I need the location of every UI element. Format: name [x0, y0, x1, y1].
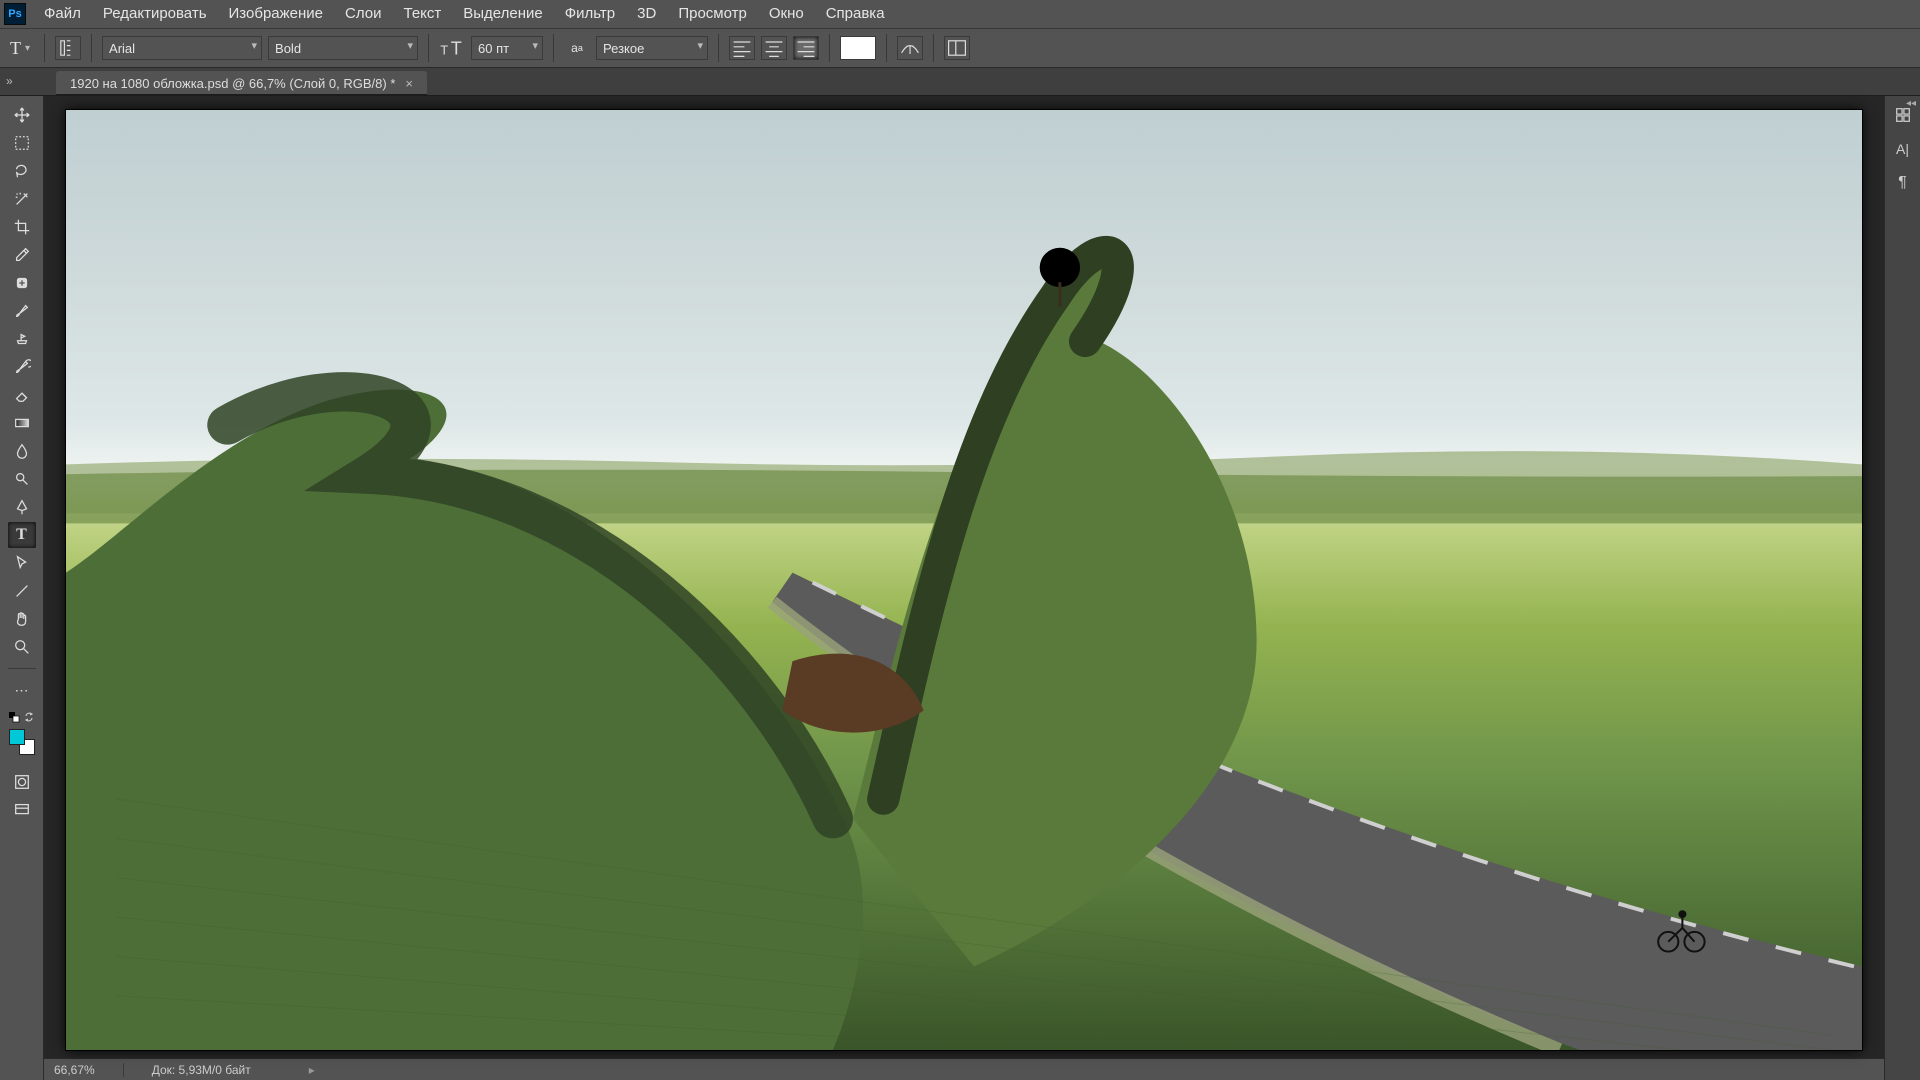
type-tool-icon: T — [10, 38, 21, 59]
dodge-tool[interactable] — [8, 466, 36, 492]
magic-wand-tool[interactable] — [8, 186, 36, 212]
pen-tool[interactable] — [8, 494, 36, 520]
marquee-tool[interactable] — [8, 130, 36, 156]
svg-text:T: T — [451, 39, 462, 59]
edit-toolbar-button[interactable]: ⋯ — [8, 677, 36, 703]
antialias-icon: aa — [564, 36, 590, 60]
menu-image[interactable]: Изображение — [219, 0, 334, 28]
align-right-button[interactable] — [793, 36, 819, 60]
collapse-chevron-icon[interactable]: » — [6, 74, 13, 88]
separator — [886, 34, 887, 62]
svg-text:T: T — [906, 43, 914, 57]
separator — [428, 34, 429, 62]
menu-view[interactable]: Просмотр — [668, 0, 757, 28]
swap-colors-icon — [24, 711, 36, 723]
foreground-color-swatch[interactable] — [9, 729, 25, 745]
document-tab-strip: » 1920 на 1080 обложка.psd @ 66,7% (Слой… — [0, 68, 1920, 96]
align-center-button[interactable] — [761, 36, 787, 60]
doc-info[interactable]: Док: 5,93M/0 байт — [152, 1063, 251, 1077]
tool-preset-picker[interactable]: T ▾ — [6, 36, 34, 61]
tools-toolbar: T ⋯ — [0, 96, 44, 1080]
antialias-value: Резкое — [603, 41, 644, 56]
svg-text:T: T — [440, 43, 448, 58]
document-tab-title: 1920 на 1080 обложка.psd @ 66,7% (Слой 0… — [70, 76, 395, 91]
clone-stamp-tool[interactable] — [8, 326, 36, 352]
menu-type[interactable]: Текст — [394, 0, 452, 28]
menu-3d[interactable]: 3D — [627, 0, 666, 28]
separator — [123, 1063, 124, 1077]
toggle-orientation-button[interactable] — [55, 36, 81, 60]
expand-dock-icon[interactable]: ◂◂ — [1906, 98, 1916, 109]
zoom-tool[interactable] — [8, 634, 36, 660]
paragraph-panel-icon[interactable]: ¶ — [1892, 172, 1914, 194]
right-panel-dock: ◂◂ A| ¶ — [1884, 96, 1920, 1080]
separator — [718, 34, 719, 62]
separator — [44, 34, 45, 62]
swap-default-colors[interactable] — [8, 711, 36, 723]
menu-select[interactable]: Выделение — [453, 0, 552, 28]
font-weight-value: Bold — [275, 41, 301, 56]
status-bar: 66,67% Док: 5,93M/0 байт ▸ — [44, 1058, 1884, 1080]
line-tool[interactable] — [8, 578, 36, 604]
font-family-dropdown[interactable]: Arial — [102, 36, 262, 60]
menu-help[interactable]: Справка — [816, 0, 895, 28]
brush-tool[interactable] — [8, 298, 36, 324]
font-size-dropdown[interactable]: 60 пт — [471, 36, 543, 60]
gradient-tool[interactable] — [8, 410, 36, 436]
separator — [91, 34, 92, 62]
zoom-level[interactable]: 66,67% — [54, 1063, 95, 1077]
document-tab[interactable]: 1920 на 1080 обложка.psd @ 66,7% (Слой 0… — [56, 71, 427, 95]
character-panel-icon[interactable]: A| — [1892, 138, 1914, 160]
healing-brush-tool[interactable] — [8, 270, 36, 296]
eraser-tool[interactable] — [8, 382, 36, 408]
menu-edit[interactable]: Редактировать — [93, 0, 217, 28]
document-canvas[interactable] — [66, 110, 1862, 1050]
color-swatches[interactable] — [9, 729, 35, 755]
separator — [933, 34, 934, 62]
work-area: T ⋯ — [0, 96, 1920, 1080]
blur-tool[interactable] — [8, 438, 36, 464]
separator — [829, 34, 830, 62]
quick-mask-button[interactable] — [8, 769, 36, 795]
separator — [8, 668, 36, 669]
close-tab-icon[interactable]: × — [405, 76, 413, 91]
warp-text-button[interactable]: T — [897, 36, 923, 60]
app-logo-icon: Ps — [4, 3, 26, 25]
menubar: Ps Файл Редактировать Изображение Слои Т… — [0, 0, 1920, 28]
font-size-value: 60 пт — [478, 41, 509, 56]
default-colors-icon — [8, 711, 20, 723]
hand-tool[interactable] — [8, 606, 36, 632]
toggle-panels-button[interactable] — [944, 36, 970, 60]
path-select-tool[interactable] — [8, 550, 36, 576]
menu-filter[interactable]: Фильтр — [555, 0, 625, 28]
crop-tool[interactable] — [8, 214, 36, 240]
font-weight-dropdown[interactable]: Bold — [268, 36, 418, 60]
status-flyout-icon[interactable]: ▸ — [309, 1063, 315, 1077]
align-left-button[interactable] — [729, 36, 755, 60]
type-tool[interactable]: T — [8, 522, 36, 548]
options-bar: T ▾ Arial Bold TT 60 пт aa Резкое T — [0, 28, 1920, 68]
screen-mode-button[interactable] — [8, 797, 36, 823]
menu-layer[interactable]: Слои — [335, 0, 391, 28]
separator — [553, 34, 554, 62]
move-tool[interactable] — [8, 102, 36, 128]
font-family-value: Arial — [109, 41, 135, 56]
text-color-swatch[interactable] — [840, 36, 876, 60]
menu-window[interactable]: Окно — [759, 0, 814, 28]
font-size-icon: TT — [439, 36, 465, 60]
eyedropper-tool[interactable] — [8, 242, 36, 268]
lasso-tool[interactable] — [8, 158, 36, 184]
menu-file[interactable]: Файл — [34, 0, 91, 28]
history-brush-tool[interactable] — [8, 354, 36, 380]
chevron-down-icon: ▾ — [25, 43, 30, 54]
antialias-dropdown[interactable]: Резкое — [596, 36, 708, 60]
canvas-area: 66,67% Док: 5,93M/0 байт ▸ — [44, 96, 1884, 1080]
